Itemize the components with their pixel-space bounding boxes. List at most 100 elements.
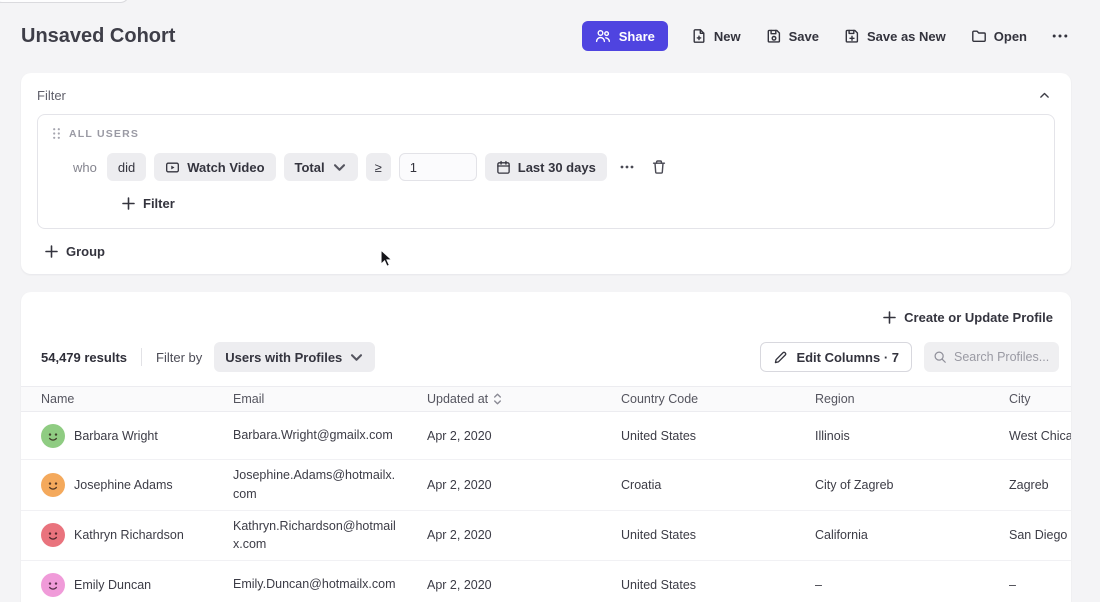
open-button-label: Open [994,29,1027,44]
email-cell: Emily.Duncan@hotmailx.com [213,569,407,600]
country-code-cell: Croatia [601,472,795,498]
add-filter-button[interactable]: Filter [120,193,177,214]
country-code-cell: United States [601,423,795,449]
who-label: who [73,160,97,175]
table-row[interactable]: Emily Duncan Emily.Duncan@hotmailx.com A… [21,561,1071,602]
date-range-label: Last 30 days [518,160,596,175]
profile-filter-label: Users with Profiles [225,350,342,365]
email-cell: Josephine.Adams@hotmailx.com [213,460,407,510]
share-button-label: Share [619,29,655,44]
filter-panel-title: Filter [37,88,66,103]
city-cell: West Chicago [989,423,1071,449]
name-cell: Josephine Adams [21,467,213,503]
add-group-label: Group [66,244,105,259]
results-controls-left: 54,479 results Filter by Users with Prof… [41,342,375,372]
save-icon [766,28,782,44]
results-controls-right: Edit Columns · 7 [760,342,1059,372]
chevron-down-icon [332,160,347,175]
operator-button[interactable]: ≥ [366,153,391,181]
city-cell: San Diego [989,522,1071,548]
search-profiles [924,342,1059,372]
save-button-label: Save [789,29,819,44]
profile-name: Emily Duncan [74,578,151,592]
drag-handle-icon[interactable] [52,127,61,140]
country-code-cell: United States [601,572,795,598]
updated-at-cell: Apr 2, 2020 [407,423,601,449]
city-cell: Zagreb [989,472,1071,498]
sort-icon [493,393,502,405]
save-as-new-icon [844,28,860,44]
filter-group-header: ALL USERS [50,127,1042,140]
aggregation-label: Total [295,160,325,175]
profile-name: Barbara Wright [74,429,158,443]
add-filter-row: Filter [120,193,1042,214]
country-code-cell: United States [601,522,795,548]
date-range-button[interactable]: Last 30 days [485,153,607,181]
add-group-button[interactable]: Group [43,241,107,262]
open-button[interactable]: Open [969,24,1029,48]
collapse-filter-button[interactable] [1036,87,1053,104]
calendar-icon [496,160,511,175]
profile-name: Kathryn Richardson [74,528,184,542]
filter-criteria-row: who did Watch Video Total ≥ Last 30 [73,153,1042,181]
vertical-divider [141,348,142,366]
delete-criteria-button[interactable] [647,153,671,181]
column-header-email: Email [213,392,407,406]
column-header-region: Region [795,392,989,406]
column-header-city: City [989,392,1071,406]
region-cell: Illinois [795,423,989,449]
updated-at-cell: Apr 2, 2020 [407,572,601,598]
table-header-row: Name Email Updated at Country Code Regio… [21,386,1071,412]
criteria-more-options-button[interactable] [615,153,639,181]
event-selector-button[interactable]: Watch Video [154,153,275,181]
video-event-icon [165,160,180,175]
share-button[interactable]: Share [582,21,668,51]
add-group-row: Group [43,241,1055,262]
filter-panel: Filter ALL USERS who did Watch Video [21,73,1071,274]
updated-at-label: Updated at [427,392,488,406]
threshold-value-input[interactable] [399,153,477,181]
profile-filter-dropdown[interactable]: Users with Profiles [214,342,375,372]
save-as-new-button[interactable]: Save as New [842,24,948,48]
did-toggle-button[interactable]: did [107,153,146,181]
filter-by-label: Filter by [156,350,202,365]
avatar [41,523,65,547]
updated-at-cell: Apr 2, 2020 [407,472,601,498]
city-cell: – [989,572,1071,598]
page-title: Unsaved Cohort [21,25,175,48]
create-or-update-profile-label: Create or Update Profile [904,310,1053,325]
plus-icon [883,311,896,324]
new-button[interactable]: New [689,24,743,48]
table-row[interactable]: Kathryn Richardson Kathryn.Richardson@ho… [21,511,1071,562]
updated-at-cell: Apr 2, 2020 [407,522,601,548]
create-row: Create or Update Profile [21,292,1071,333]
filter-group-box: ALL USERS who did Watch Video Total ≥ [37,114,1055,229]
email-cell: Kathryn.Richardson@hotmailx.com [213,511,407,561]
more-options-button[interactable] [1050,28,1070,44]
table-row[interactable]: Barbara Wright Barbara.Wright@gmailx.com… [21,412,1071,460]
table-row[interactable]: Josephine Adams Josephine.Adams@hotmailx… [21,460,1071,511]
column-header-name: Name [21,392,213,406]
new-file-icon [691,28,707,44]
avatar [41,573,65,597]
avatar [41,424,65,448]
ellipsis-icon [620,165,634,169]
edit-columns-button[interactable]: Edit Columns · 7 [760,342,912,372]
chevron-up-icon [1038,89,1051,102]
column-header-updated-at[interactable]: Updated at [407,392,601,406]
aggregation-dropdown[interactable]: Total [284,153,358,181]
event-name-label: Watch Video [187,160,264,175]
results-panel: Create or Update Profile 54,479 results … [21,292,1071,602]
email-cell: Barbara.Wright@gmailx.com [213,420,407,451]
new-button-label: New [714,29,741,44]
save-button[interactable]: Save [764,24,821,48]
results-count: 54,479 results [41,350,127,365]
header-actions: Share New Save Save as New Open [582,21,1070,51]
topbar: Unsaved Cohort Share New Save Save as Ne… [0,0,1100,58]
save-as-new-button-label: Save as New [867,29,946,44]
share-users-icon [595,28,611,44]
create-or-update-profile-button[interactable]: Create or Update Profile [881,307,1055,328]
name-cell: Kathryn Richardson [21,517,213,553]
folder-icon [971,28,987,44]
profile-name: Josephine Adams [74,478,173,492]
